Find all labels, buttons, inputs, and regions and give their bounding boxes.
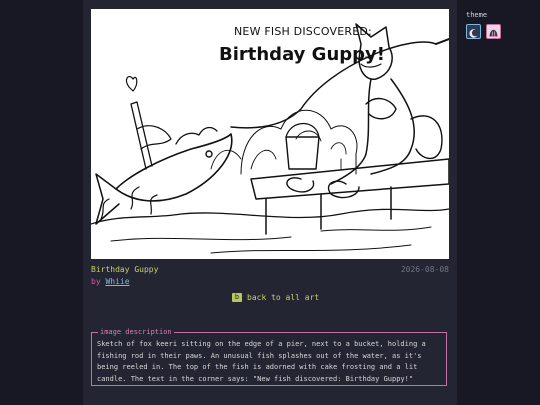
theme-light-button[interactable] xyxy=(486,24,501,39)
theme-label: theme xyxy=(466,11,488,19)
artwork-image: NEW FISH DISCOVERED: Birthday Guppy! xyxy=(91,9,449,259)
art-title: Birthday Guppy xyxy=(91,265,159,274)
shell-icon xyxy=(489,29,498,37)
moon-icon xyxy=(469,29,478,38)
back-label: back to all art xyxy=(247,293,320,302)
artwork-heading-big: Birthday Guppy! xyxy=(219,44,385,65)
byline: by Whiie xyxy=(91,277,130,286)
image-description-legend: image description xyxy=(98,327,174,337)
theme-dark-button[interactable] xyxy=(466,24,481,39)
back-icon: b xyxy=(232,293,242,302)
image-description-text: Sketch of fox keeri sitting on the edge … xyxy=(97,340,426,383)
byline-prefix: by xyxy=(91,277,101,286)
author-link[interactable]: Whiie xyxy=(105,277,129,286)
art-date: 2026-08-08 xyxy=(400,265,449,274)
artwork-heading-small: NEW FISH DISCOVERED: xyxy=(234,25,372,38)
back-to-all-art-link[interactable]: b back to all art xyxy=(232,293,319,302)
image-description-box: image description Sketch of fox keeri si… xyxy=(91,327,447,386)
